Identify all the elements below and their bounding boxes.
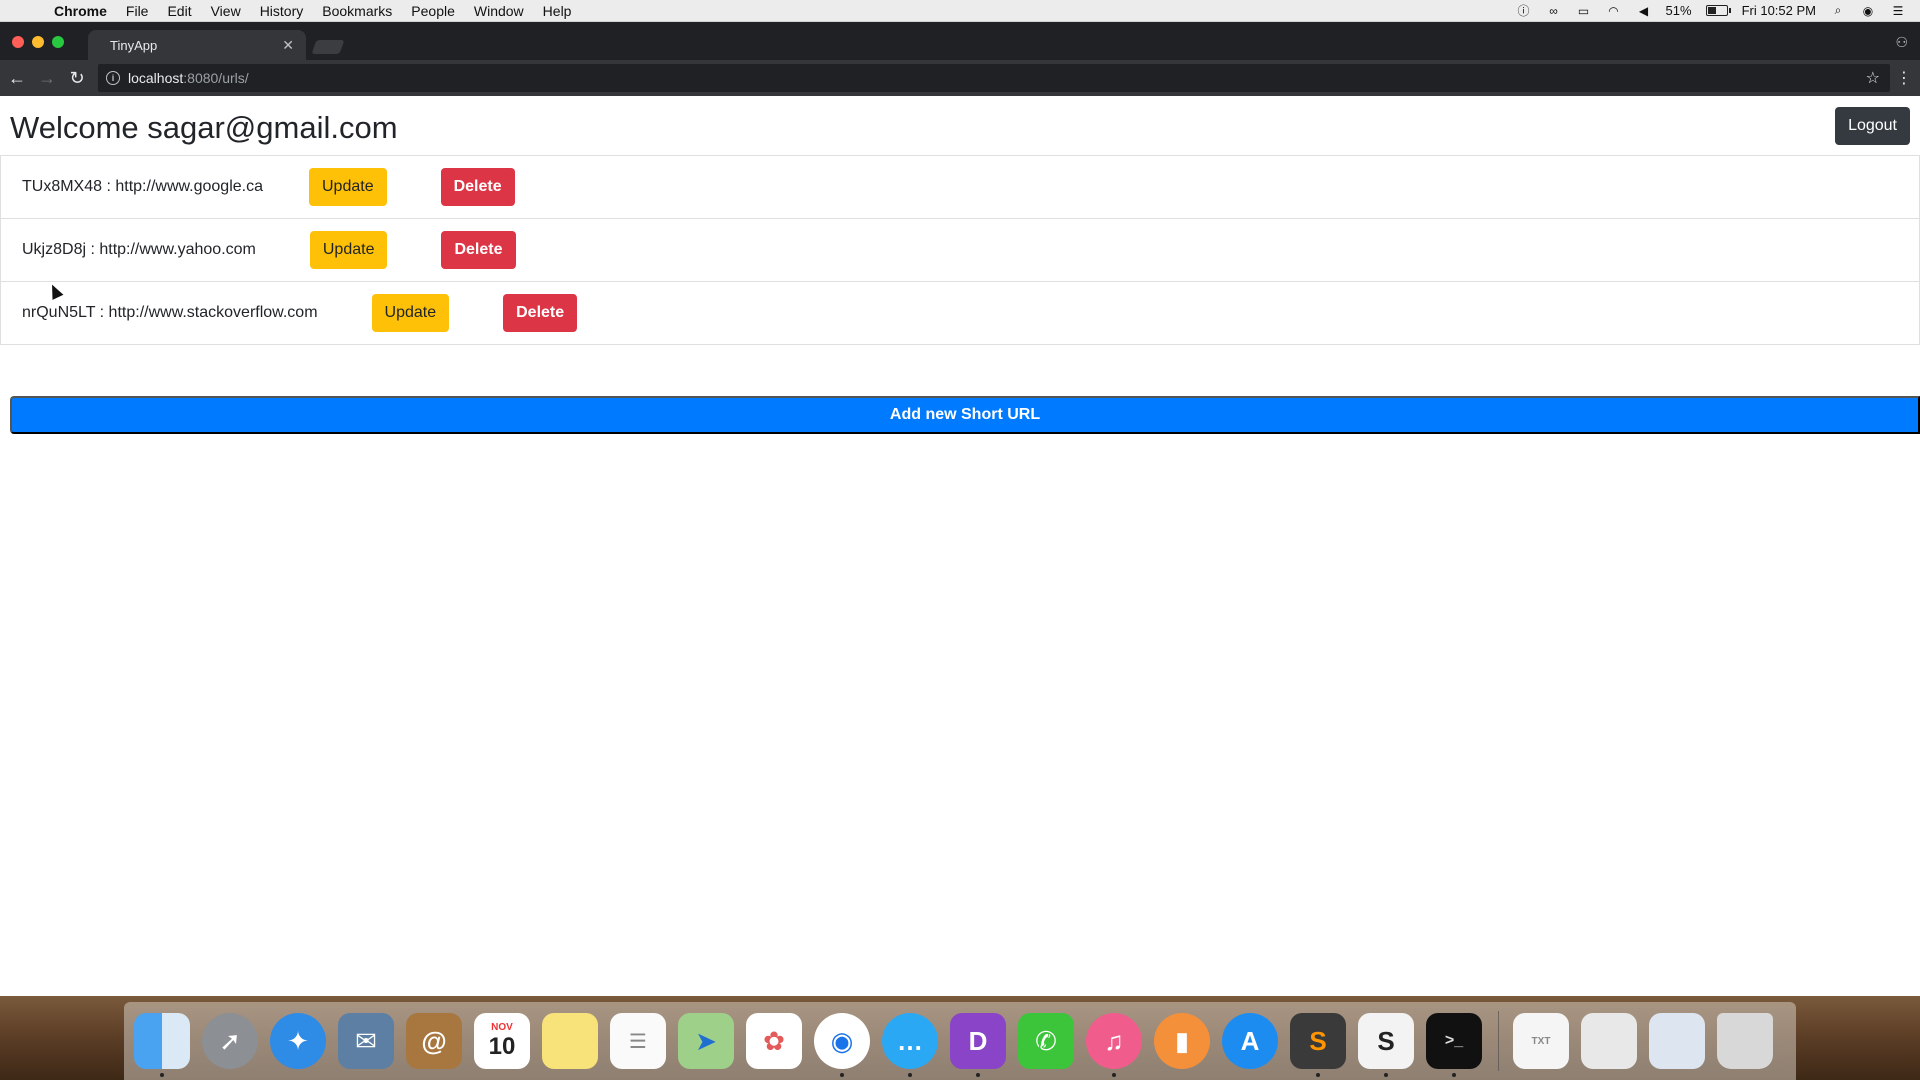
siri-icon[interactable]: ◉ [1860,4,1876,18]
url-entry-text: nrQuN5LT : http://www.stackoverflow.com [22,304,318,321]
spotlight-search-icon[interactable]: ⌕ [1830,3,1846,18]
menu-app-chrome[interactable]: Chrome [54,3,107,19]
new-tab-button[interactable] [311,40,345,54]
calendar-day: 10 [488,1032,516,1060]
web-page: Welcome sagar@gmail.com Logout TUx8MX48 … [0,96,1920,996]
url-path: :8080/urls/ [183,70,249,86]
list-item: TUx8MX48 : http://www.google.ca Update D… [0,155,1920,219]
wifi-icon[interactable]: ◠ [1606,4,1622,18]
ibooks-icon[interactable]: ▮ [1154,1013,1210,1069]
list-item: nrQuN5LT : http://www.stackoverflow.com … [0,281,1920,345]
finder-icon[interactable] [134,1013,190,1077]
url-host: localhost [128,70,184,86]
delete-button[interactable]: Delete [441,231,516,269]
reload-icon[interactable]: ↻ [64,65,90,91]
calendar-month: NOV [491,1021,513,1033]
menu-edit[interactable]: Edit [167,3,191,19]
logout-button[interactable]: Logout [1835,107,1910,145]
page-header: Welcome sagar@gmail.com Logout [0,96,1920,156]
onepassword-icon[interactable]: ⓘ [1516,4,1532,18]
delete-button[interactable]: Delete [440,168,515,206]
delete-button[interactable]: Delete [503,294,578,332]
slack-icon[interactable]: S [1358,1013,1414,1077]
menu-help[interactable]: Help [543,3,572,19]
safari-icon[interactable]: ✦ [270,1013,326,1069]
itunes-icon[interactable]: ♫ [1086,1013,1142,1077]
minimize-window-button[interactable] [32,36,44,48]
browser-toolbar: ← → ↻ i localhost:8080/urls/ ☆ ⋮ [0,60,1920,96]
tab-title: TinyApp [110,37,158,53]
running-indicator [1384,1073,1388,1077]
tab-close-icon[interactable]: ✕ [282,37,294,54]
app-store-icon[interactable]: A [1222,1013,1278,1069]
downloads-stack-icon[interactable] [1649,1013,1705,1069]
chrome-menu-icon[interactable]: ⋮ [1896,68,1912,88]
infinity-icon[interactable]: ∞ [1546,4,1562,18]
update-button[interactable]: Update [309,231,388,269]
update-button[interactable]: Update [309,168,387,206]
list-item: Ukjz8D8j : http://www.yahoo.com Update D… [0,218,1920,282]
document-stack-icon[interactable] [1581,1013,1637,1069]
site-info-icon[interactable]: i [106,71,120,85]
menu-window[interactable]: Window [474,3,524,19]
url-entry-text: Ukjz8D8j : http://www.yahoo.com [22,241,256,258]
running-indicator [976,1073,980,1077]
chrome-icon[interactable]: ◉ [814,1013,870,1077]
dock-separator [1498,1011,1499,1071]
clock[interactable]: Fri 10:52 PM [1742,3,1816,18]
notes-icon[interactable] [542,1013,598,1069]
running-indicator [1452,1073,1456,1077]
address-bar[interactable]: i localhost:8080/urls/ ☆ [98,64,1890,92]
photos-icon[interactable]: ✿ [746,1013,802,1069]
notification-center-icon[interactable]: ☰ [1890,4,1906,18]
bookmark-star-icon[interactable]: ☆ [1866,68,1880,88]
dash-icon[interactable]: D [950,1013,1006,1077]
messages-icon[interactable]: … [882,1013,938,1077]
status-area: ⓘ ∞ ▭ ◠ ◀ 51% Fri 10:52 PM ⌕ ◉ ☰ [1516,3,1920,18]
running-indicator [1112,1073,1116,1077]
maximize-window-button[interactable] [52,36,64,48]
reminders-icon[interactable]: ☰ [610,1013,666,1069]
launchpad-icon[interactable]: ➚ [202,1013,258,1069]
update-button[interactable]: Update [371,294,450,332]
page-title: Welcome sagar@gmail.com [10,110,398,145]
incognito-icon[interactable]: ⚇ [1895,34,1908,51]
macos-menubar: Chrome File Edit View History Bookmarks … [0,0,1920,22]
running-indicator [160,1073,164,1077]
sublime-text-icon[interactable]: S [1290,1013,1346,1077]
url-entry-text: TUx8MX48 : http://www.google.ca [22,178,263,195]
browser-tab-strip: TinyApp ✕ ⚇ [0,22,1920,60]
menu-bookmarks[interactable]: Bookmarks [322,3,392,19]
mail-icon[interactable]: ✉ [338,1013,394,1069]
calendar-icon[interactable]: NOV 10 [474,1013,530,1069]
dock: ➚ ✦ ✉ @ NOV 10 ☰ ➤ ✿ ◉ … D ✆ ♫ ▮ A S S >… [124,1002,1796,1080]
add-short-url-button[interactable]: Add new Short URL [10,396,1920,434]
battery-fill [1707,7,1717,14]
url-list: TUx8MX48 : http://www.google.ca Update D… [0,155,1920,345]
menu-file[interactable]: File [126,3,149,19]
running-indicator [908,1073,912,1077]
browser-tab[interactable]: TinyApp ✕ [88,30,306,60]
volume-icon[interactable]: ◀ [1636,4,1652,18]
menu-view[interactable]: View [211,3,241,19]
facetime-icon[interactable]: ✆ [1018,1013,1074,1069]
running-indicator [840,1073,844,1077]
txt-file-icon[interactable]: TXT [1513,1013,1569,1069]
battery-percent[interactable]: 51% [1666,3,1692,18]
contacts-icon[interactable]: @ [406,1013,462,1069]
maps-icon[interactable]: ➤ [678,1013,734,1069]
back-icon[interactable]: ← [4,65,30,91]
airplay-icon[interactable]: ▭ [1576,4,1592,18]
battery-icon[interactable] [1705,5,1731,16]
close-window-button[interactable] [12,36,24,48]
forward-icon[interactable]: → [34,65,60,91]
menu-history[interactable]: History [260,3,304,19]
trash-icon[interactable] [1717,1013,1773,1069]
window-controls [12,36,64,48]
menu-people[interactable]: People [411,3,455,19]
running-indicator [1316,1073,1320,1077]
terminal-icon[interactable]: >_ [1426,1013,1482,1077]
